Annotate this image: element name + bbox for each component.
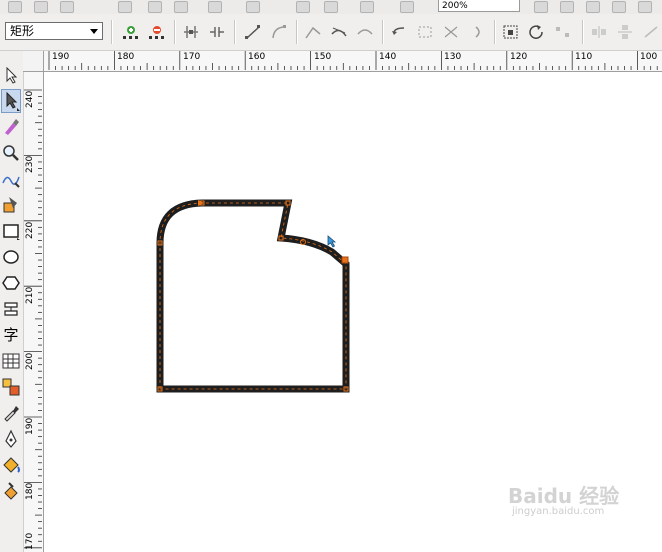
stretch-nodes-icon[interactable] <box>502 24 520 40</box>
h-ruler-label: 120 <box>510 52 528 62</box>
toolbar-separator <box>296 20 298 44</box>
text-tool-icon[interactable]: 字 <box>1 325 21 345</box>
toolbar-separator <box>382 20 384 44</box>
v-ruler-label: 220 <box>25 221 35 239</box>
object-type-value: 矩形 <box>10 24 35 38</box>
basic-shapes-icon[interactable] <box>1 299 21 319</box>
zoom-selection-icon[interactable] <box>638 1 652 13</box>
reverse-direction-icon[interactable] <box>390 24 408 40</box>
toolbar-separator <box>174 20 176 44</box>
zoom-fit-icon[interactable] <box>612 1 626 13</box>
shape-tool-cursor <box>327 235 337 248</box>
shape-path-preview <box>159 202 347 390</box>
import-icon[interactable] <box>296 1 310 13</box>
toolbox: 字 <box>0 51 24 552</box>
fill-tool-icon[interactable] <box>1 455 21 475</box>
freehand-tool-icon[interactable] <box>1 169 21 189</box>
chevron-down-icon <box>90 29 98 34</box>
h-ruler-label: 110 <box>575 52 593 62</box>
watermark-url: jingyan.baidu.com <box>512 506 605 517</box>
vertical-ruler-ticks <box>24 89 42 549</box>
extend-curve-icon[interactable] <box>416 24 434 40</box>
blend-tool-icon[interactable] <box>1 377 21 397</box>
join-nodes-icon[interactable] <box>182 24 200 40</box>
outline-pen-icon[interactable] <box>1 429 21 449</box>
zoom-level-field[interactable]: 200% <box>438 0 520 12</box>
h-ruler-label: 100 <box>640 52 658 62</box>
property-bar: 矩形 <box>0 14 662 51</box>
smooth-node-icon[interactable] <box>330 24 348 40</box>
shape-tool-button[interactable] <box>1 89 21 113</box>
v-ruler-label: 170 <box>25 532 35 550</box>
h-ruler-label: 150 <box>314 52 332 62</box>
v-ruler-label: 180 <box>25 482 35 500</box>
watermark-brand: Baidu 经验 <box>508 484 620 508</box>
shape-tool-icon <box>6 91 20 111</box>
add-node-icon[interactable] <box>122 24 140 40</box>
undo-icon[interactable] <box>208 1 222 13</box>
h-ruler-label: 180 <box>117 52 135 62</box>
new-document-icon[interactable] <box>8 1 22 13</box>
zoom-in-icon[interactable] <box>534 1 548 13</box>
close-curve-icon[interactable] <box>468 24 486 40</box>
shape-node-selected[interactable] <box>341 256 349 264</box>
extract-subpath-icon[interactable] <box>442 24 460 40</box>
v-ruler-label: 200 <box>25 352 35 370</box>
delete-node-icon[interactable] <box>148 24 166 40</box>
break-curve-icon[interactable] <box>208 24 226 40</box>
app-launcher-icon[interactable] <box>360 1 374 13</box>
rotate-nodes-icon[interactable] <box>528 24 546 40</box>
toolbar-separator <box>582 20 584 44</box>
convert-to-curve-icon[interactable] <box>270 24 288 40</box>
horizontal-ruler[interactable]: 190 180 170 160 150 140 130 120 110 100 <box>44 51 662 72</box>
edited-shape-outline[interactable] <box>156 199 350 393</box>
h-ruler-label: 190 <box>52 52 70 62</box>
toolbar-separator <box>111 20 113 44</box>
eyedropper-tool-icon[interactable] <box>1 403 21 423</box>
v-ruler-label: 210 <box>25 286 35 304</box>
horizontal-ruler-ticks <box>48 51 658 70</box>
object-type-dropdown[interactable]: 矩形 <box>5 22 103 40</box>
standard-toolbar: 200% <box>0 0 662 15</box>
paste-icon[interactable] <box>174 1 188 13</box>
zoom-page-icon[interactable] <box>586 1 600 13</box>
ellipse-tool-icon[interactable] <box>1 247 21 267</box>
h-ruler-label: 140 <box>379 52 397 62</box>
v-ruler-label: 230 <box>25 155 35 173</box>
elastic-mode-icon[interactable] <box>642 24 660 40</box>
smart-fill-icon[interactable] <box>1 195 21 215</box>
pick-tool-icon[interactable] <box>1 65 21 85</box>
v-ruler-label: 240 <box>25 90 35 108</box>
cusp-node-icon[interactable] <box>304 24 322 40</box>
align-nodes-icon[interactable] <box>554 24 572 40</box>
toolbar-separator <box>494 20 496 44</box>
v-ruler-label: 190 <box>25 417 35 435</box>
h-ruler-label: 160 <box>248 52 266 62</box>
polygon-tool-icon[interactable] <box>1 273 21 293</box>
zoom-out-icon[interactable] <box>560 1 574 13</box>
open-file-icon[interactable] <box>34 1 48 13</box>
h-ruler-label: 170 <box>183 52 201 62</box>
reflect-horizontal-icon[interactable] <box>590 24 608 40</box>
interactive-fill-icon[interactable] <box>1 481 21 501</box>
table-tool-icon[interactable] <box>1 351 21 371</box>
symmetrical-node-icon[interactable] <box>356 24 374 40</box>
convert-to-line-icon[interactable] <box>244 24 262 40</box>
ruler-origin[interactable] <box>23 51 44 72</box>
export-icon[interactable] <box>324 1 338 13</box>
reflect-vertical-icon[interactable] <box>616 24 634 40</box>
smudge-brush-icon[interactable] <box>1 117 21 137</box>
toolbar-separator <box>234 20 236 44</box>
cut-icon[interactable] <box>118 1 132 13</box>
baidu-watermark: Baidu 经验 jingyan.baidu.com <box>508 480 628 528</box>
copy-icon[interactable] <box>148 1 162 13</box>
save-icon[interactable] <box>60 1 74 13</box>
h-ruler-label: 130 <box>444 52 462 62</box>
welcome-screen-icon[interactable] <box>400 1 414 13</box>
redo-icon[interactable] <box>246 1 260 13</box>
vertical-ruler[interactable]: 240 230 220 210 200 190 180 170 <box>24 72 44 552</box>
rectangle-tool-icon[interactable] <box>1 221 21 241</box>
zoom-tool-icon[interactable] <box>1 143 21 163</box>
